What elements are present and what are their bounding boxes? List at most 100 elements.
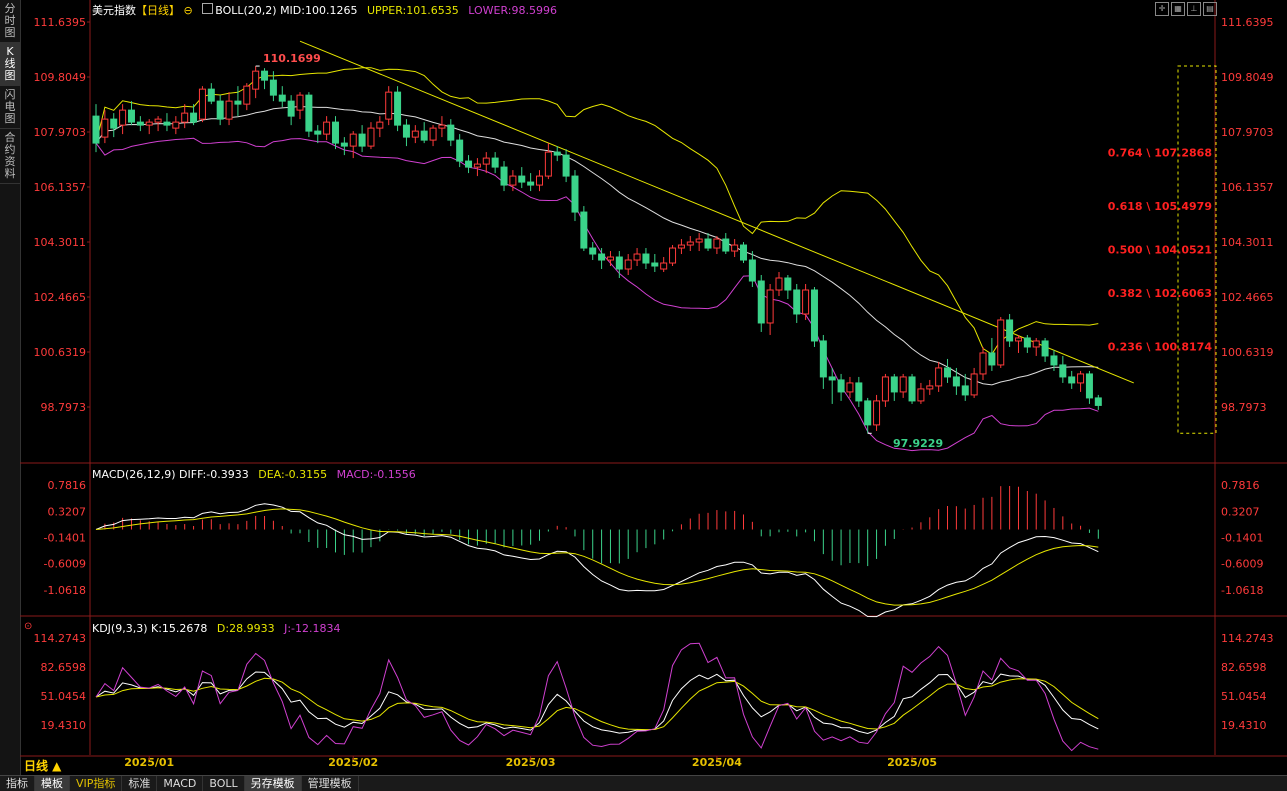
candle-body	[536, 175, 543, 186]
candle-body	[952, 376, 960, 387]
candle-body	[438, 124, 446, 129]
candle-body	[731, 244, 739, 252]
candle-body	[207, 88, 215, 102]
candle-body	[1041, 340, 1049, 357]
kdj-settings-icon[interactable]: ⊙	[24, 620, 32, 633]
bottom-tab-1[interactable]: 模板	[35, 776, 70, 791]
kdj-axis-label-right: 51.0454	[1221, 690, 1267, 703]
bottom-tab-4[interactable]: MACD	[157, 776, 204, 791]
price-axis-label-left: 106.1357	[34, 181, 87, 194]
candle-body	[92, 115, 100, 144]
fib-level-label: 0.764 \ 107.2868	[1108, 146, 1212, 159]
candle-body	[101, 118, 109, 138]
kdj-axis-label-left: 114.2743	[34, 632, 87, 645]
bottom-tab-0[interactable]: 指标	[0, 776, 35, 791]
candle-body	[527, 181, 535, 186]
candle-body	[1050, 355, 1058, 366]
macd-dea-value: DEA:-0.3155	[258, 468, 328, 481]
candle-body	[1085, 373, 1093, 399]
candle-body	[704, 238, 712, 249]
candle-body	[261, 70, 269, 81]
macd-label: MACD(26,12,9)	[92, 468, 176, 481]
candle-body	[349, 133, 357, 147]
candle-body	[633, 253, 641, 261]
candle-body	[296, 94, 304, 111]
bottom-toolbar: 指标 模板 VIP指标 标准 MACD BOLL 另存模板 管理模板	[0, 775, 1287, 791]
chart-canvas[interactable]: 111.6395 111.6395 109.8049 109.8049 107.9703…	[0, 0, 1287, 775]
candle-body	[766, 289, 774, 324]
bottom-tab-7[interactable]: 管理模板	[302, 776, 359, 791]
candle-body	[402, 124, 410, 138]
settings-icon[interactable]: ⊖	[184, 4, 193, 17]
candle-body	[136, 121, 144, 126]
candle-body	[287, 100, 295, 117]
kdj-k-line	[95, 671, 1099, 735]
candle-body	[145, 121, 153, 126]
high-price-label: 110.1699	[263, 52, 321, 65]
kdj-d-line	[95, 677, 1099, 731]
macd-axis-label-right: 0.7816	[1221, 479, 1260, 492]
candle-body	[793, 289, 801, 315]
boll-upper-value: UPPER:101.6535	[366, 4, 459, 17]
macd-diff-value: DIFF:-0.3933	[179, 468, 249, 481]
candle-body	[784, 277, 792, 291]
candle-body	[331, 121, 339, 144]
candle-body	[562, 154, 570, 177]
candle-body	[127, 109, 135, 123]
candle-body	[571, 175, 579, 213]
candle-body	[385, 91, 393, 120]
boll-icon[interactable]	[202, 3, 214, 14]
macd-axis-label-left: 0.3207	[48, 505, 87, 518]
kdj-axis-label-right: 19.4310	[1221, 719, 1267, 732]
candle-body	[881, 376, 889, 402]
bottom-tab-2[interactable]: VIP指标	[70, 776, 123, 791]
price-axis-label-left: 102.4665	[34, 291, 87, 304]
kdj-panel-header: KDJ(9,3,3) K:15.2678 D:28.9933 J:-12.183…	[92, 622, 341, 635]
candle-body	[119, 109, 127, 126]
boll-lower-line	[95, 137, 1099, 452]
candle-body	[695, 238, 703, 243]
kdj-axis-label-left: 82.6598	[41, 661, 87, 674]
candle-body	[819, 340, 827, 378]
kdj-axis-label-right: 114.2743	[1221, 632, 1274, 645]
candle-body	[944, 367, 952, 378]
price-panel-header: 美元指数【日线】 ⊖ BOLL(20,2) MID:100.1265 UPPER…	[92, 3, 557, 17]
candle-body	[979, 352, 987, 375]
bottom-tab-3[interactable]: 标准	[122, 776, 158, 791]
pin-icon[interactable]: ⊥	[1187, 2, 1201, 16]
price-axis-label-left: 107.9703	[34, 126, 87, 139]
candle-body	[305, 94, 313, 132]
macd-panel-header: MACD(26,12,9) DIFF:-0.3933 DEA:-0.3155 M…	[92, 468, 416, 481]
candle-body	[278, 94, 286, 102]
layout-icon[interactable]: ▤	[1203, 2, 1217, 16]
candle-body	[837, 379, 845, 393]
bottom-tab-5[interactable]: BOLL	[203, 776, 245, 791]
candle-body	[810, 289, 818, 342]
macd-axis-label-left: -0.1401	[44, 532, 86, 545]
candle-body	[615, 256, 623, 270]
grid-icon[interactable]: ▦	[1171, 2, 1185, 16]
bottom-tab-6[interactable]: 另存模板	[244, 776, 302, 791]
macd-macd-value: MACD:-0.1556	[336, 468, 416, 481]
candle-body	[509, 175, 517, 186]
candle-body	[926, 385, 934, 390]
candle-body	[899, 376, 907, 393]
candle-body	[340, 142, 348, 147]
candle-body	[473, 163, 481, 168]
candle-body	[997, 319, 1005, 366]
boll-mid-value: MID:100.1265	[280, 4, 358, 17]
candle-body	[1006, 319, 1014, 342]
candle-body	[181, 112, 189, 123]
boll-label: BOLL(20,2)	[215, 4, 277, 17]
candle-body	[110, 118, 118, 129]
candle-body	[624, 259, 632, 270]
candle-body	[988, 352, 996, 366]
period-button[interactable]: 日线 ▲	[24, 757, 61, 774]
price-axis-label-left: 100.6319	[34, 346, 87, 359]
candle-body	[713, 238, 721, 249]
macd-axis-label-left: -1.0618	[44, 584, 86, 597]
boll-lower-value: LOWER:98.5996	[468, 4, 557, 17]
candle-body	[269, 79, 277, 96]
fib-level-label: 0.382 \ 102.6063	[1108, 287, 1212, 300]
crosshair-icon[interactable]: ✛	[1155, 2, 1169, 16]
